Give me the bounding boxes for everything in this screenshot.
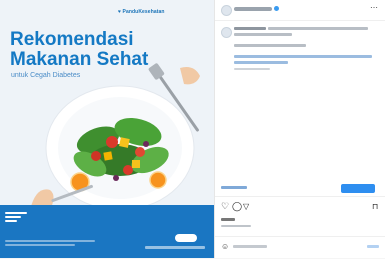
emoji-icon[interactable]: ☺ [221, 242, 229, 251]
caption-text-line [268, 27, 368, 30]
comment-bar: ☺ [215, 236, 385, 259]
mango-cube [119, 137, 130, 148]
comment-icon[interactable]: ◯ [232, 202, 242, 211]
caption-link[interactable] [234, 55, 372, 58]
tomato [135, 147, 145, 157]
tomato [91, 151, 101, 161]
grape [143, 141, 149, 147]
caption-avatar[interactable] [221, 27, 232, 38]
post-date [221, 225, 251, 227]
share-icon[interactable]: ▽ [243, 202, 249, 211]
more-options-icon[interactable]: ⋯ [370, 4, 378, 12]
heart-icon[interactable]: ♡ [221, 202, 229, 211]
bookmark-icon[interactable]: ⊓ [372, 202, 378, 211]
salad-plate-illustration [30, 63, 200, 214]
post-header: ⋯ [215, 0, 385, 21]
footer-url [145, 246, 205, 249]
caption-meta [234, 68, 270, 70]
likes-count[interactable] [221, 218, 235, 221]
action-bar: ♡ ◯ ▽ ⊓ [215, 196, 385, 215]
tomato [123, 165, 133, 175]
orange-slice [149, 171, 167, 189]
footer-band [0, 205, 214, 258]
post-image[interactable]: ♥ PanduKesehatan Rekomendasi Makanan Seh… [0, 0, 214, 258]
caption-text-line [234, 33, 292, 36]
footer-disclaimer [5, 240, 100, 248]
headline-line-1: Rekomendasi [10, 29, 134, 50]
caption-link[interactable] [234, 61, 288, 64]
brand-logo: ♥ PanduKesehatan [118, 9, 165, 15]
view-insights-link[interactable] [221, 186, 247, 189]
post-comment-button[interactable] [367, 245, 379, 248]
author-username[interactable] [234, 7, 272, 11]
caption-username[interactable] [234, 27, 266, 30]
verified-badge-icon [274, 6, 279, 11]
grape [113, 175, 119, 181]
hand [180, 67, 200, 85]
author-avatar[interactable] [221, 5, 232, 16]
post-side-panel: ⋯ ♡ ◯ ▽ ⊓ ☺ [214, 0, 385, 258]
tomato [106, 136, 118, 148]
caption-text-line [234, 44, 306, 47]
instagram-post-window: ♥ PanduKesehatan Rekomendasi Makanan Seh… [0, 0, 385, 258]
comment-input[interactable] [233, 245, 267, 248]
footer-logo [5, 212, 29, 228]
mango-cube [132, 160, 140, 168]
footer-cta-pill [175, 234, 197, 242]
mango-cube [103, 151, 113, 161]
boost-post-button[interactable] [341, 184, 375, 193]
